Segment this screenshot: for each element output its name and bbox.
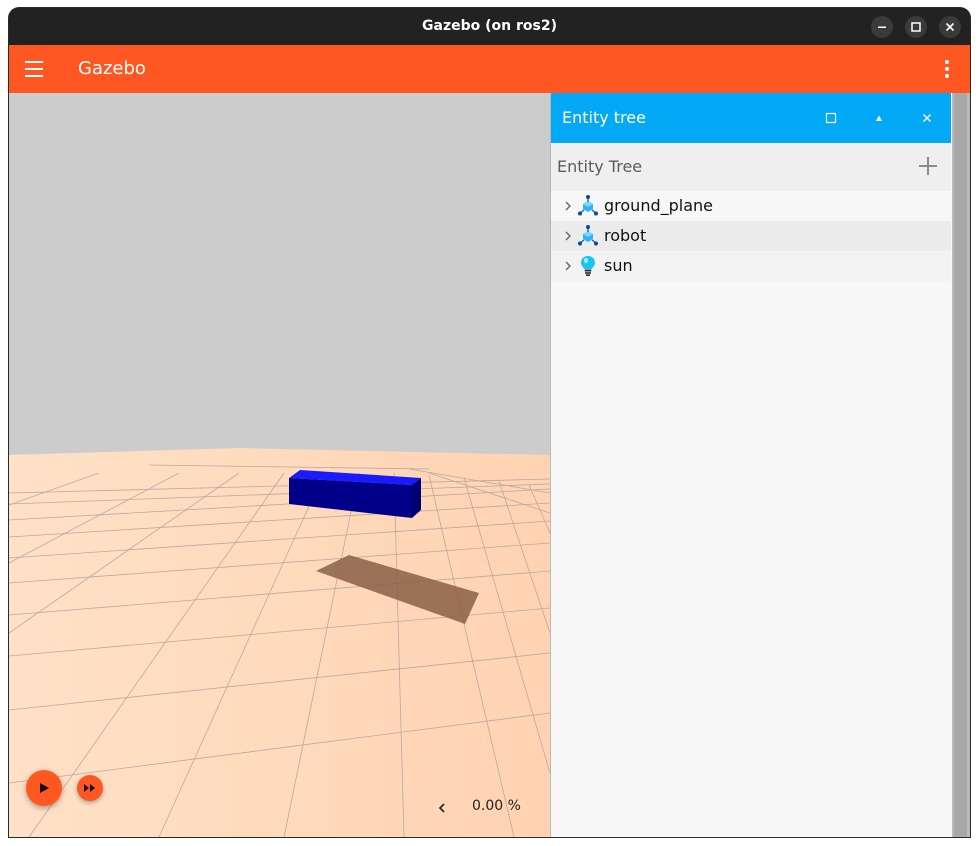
chevron-right-icon xyxy=(565,231,571,241)
entity-tree-label: Entity Tree xyxy=(557,157,643,176)
sky xyxy=(9,93,550,473)
real-time-factor: 0.00 % xyxy=(472,798,521,814)
panel-title: Entity tree xyxy=(562,108,646,127)
maximize-icon xyxy=(911,22,921,32)
light-icon xyxy=(581,256,595,276)
entity-tree-header: Entity Tree xyxy=(551,143,951,191)
app-window: Gazebo (on ros2) Gazebo 0.00 % Entity tr… xyxy=(9,8,970,837)
step-button[interactable] xyxy=(77,775,103,801)
tree-row-label: ground_plane xyxy=(604,196,713,215)
maximize-button[interactable] xyxy=(905,16,927,38)
tree-row-ground-plane[interactable]: ground_plane xyxy=(551,191,951,221)
play-icon xyxy=(40,783,49,793)
hamburger-menu-button[interactable] xyxy=(25,61,43,77)
chevron-right-icon xyxy=(565,261,571,271)
window-icon xyxy=(825,112,837,124)
panel-collapse-button[interactable] xyxy=(867,106,891,130)
model-icon xyxy=(578,195,598,216)
play-button[interactable] xyxy=(26,770,62,806)
entity-tree-panel: Entity tree Entity Tree ground_plane rob… xyxy=(550,93,953,837)
window-titlebar[interactable]: Gazebo (on ros2) xyxy=(9,8,970,45)
fast-forward-icon xyxy=(84,784,95,792)
app-toolbar: Gazebo xyxy=(9,45,970,93)
tree-row-label: sun xyxy=(604,256,633,275)
tree-row-robot[interactable]: robot xyxy=(551,221,951,251)
scene-3d-viewport[interactable] xyxy=(9,93,550,837)
minimize-icon xyxy=(878,26,886,28)
rtf-expand-button[interactable] xyxy=(437,800,447,814)
scrollbar-thumb[interactable] xyxy=(954,93,967,837)
tree-row-label: robot xyxy=(604,226,647,245)
panel-close-button[interactable] xyxy=(915,106,939,130)
panel-titlebar[interactable]: Entity tree xyxy=(551,93,951,143)
chevron-right-icon xyxy=(565,201,571,211)
window-title: Gazebo (on ros2) xyxy=(422,18,557,34)
panel-float-button[interactable] xyxy=(819,106,843,130)
model-icon xyxy=(578,225,598,246)
minimize-button[interactable] xyxy=(871,16,893,38)
close-icon xyxy=(945,22,955,32)
menu-icon xyxy=(25,61,43,63)
close-window-button[interactable] xyxy=(939,16,961,38)
more-vert-icon xyxy=(945,60,949,64)
triangle-up-icon xyxy=(876,115,882,121)
add-entity-button[interactable] xyxy=(919,157,937,175)
chevron-left-icon xyxy=(438,803,445,813)
tree-row-sun[interactable]: sun xyxy=(551,251,951,281)
more-options-button[interactable] xyxy=(944,60,950,80)
close-icon xyxy=(923,114,931,122)
app-title: Gazebo xyxy=(78,58,146,79)
panel-scrollbar[interactable] xyxy=(952,93,970,837)
